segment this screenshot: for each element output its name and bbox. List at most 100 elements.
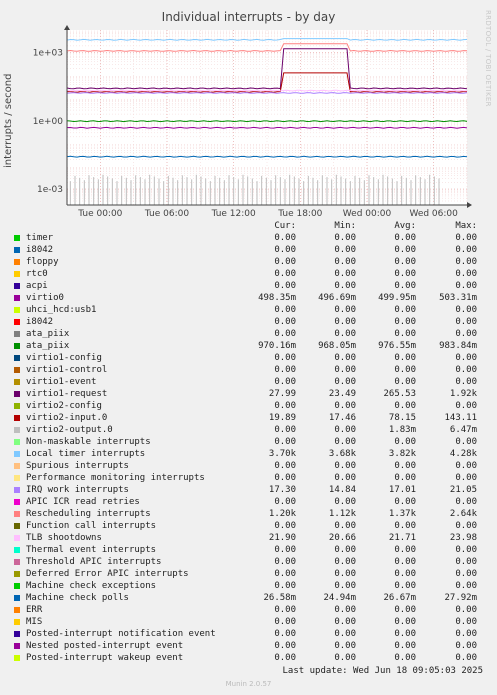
legend-avg: 0.00 [394,617,416,627]
legend-avg: 0.00 [394,353,416,363]
legend-min: 1.12k [328,509,356,519]
legend-avg: 1.83m [388,425,416,435]
legend-series-name: virtio2-output.0 [26,425,113,435]
legend-series-name: floppy [26,257,59,267]
legend-cur: 0.00 [274,305,296,315]
legend-row: IRQ work interrupts 17.30 14.84 17.01 21.05 [0,484,497,496]
legend-min: 0.00 [334,401,356,411]
legend-cur: 0.00 [274,329,296,339]
legend-avg: 0.00 [394,653,416,663]
last-update: Last update: Wed Jun 18 09:05:03 2025 [282,666,483,676]
legend-series-name: uhci_hcd:usb1 [26,305,97,315]
legend-swatch [14,259,20,265]
legend-min: 0.00 [334,317,356,327]
legend-row: Non-maskable interrupts 0.00 0.00 0.00 0.00 [0,436,497,448]
legend-series-name: TLB shootdowns [26,533,102,543]
legend-avg: 976.55m [378,341,416,351]
legend-row: Spurious interrupts 0.00 0.00 0.00 0.00 [0,460,497,472]
legend-max: 0.00 [455,233,477,243]
legend-swatch [14,631,20,637]
legend-min: 968.05m [318,341,356,351]
legend-max: 0.00 [455,557,477,567]
legend-max: 0.00 [455,461,477,471]
legend-avg: 265.53 [383,389,416,399]
legend-avg: 0.00 [394,569,416,579]
x-tick-label: Wed 06:00 [409,209,458,219]
legend-max: 0.00 [455,617,477,627]
legend-min: 0.00 [334,545,356,555]
legend-row: virtio1-event 0.00 0.00 0.00 0.00 [0,376,497,388]
legend-swatch [14,499,20,505]
legend-min: 0.00 [334,641,356,651]
legend-series-name: virtio1-config [26,353,102,363]
legend-row: APIC ICR read retries 0.00 0.00 0.00 0.00 [0,496,497,508]
x-tick-label: Wed 00:00 [343,209,392,219]
legend-row: MIS 0.00 0.00 0.00 0.00 [0,616,497,628]
y-axis-arrow [64,25,70,30]
legend-avg: 21.71 [388,533,416,543]
legend-cur: 0.00 [274,653,296,663]
legend-avg: 0.00 [394,269,416,279]
legend-cur: 0.00 [274,365,296,375]
legend-max: 0.00 [455,329,477,339]
legend-min: 0.00 [334,569,356,579]
legend-max: 6.47m [449,425,477,435]
legend-swatch [14,235,20,241]
legend-min: 0.00 [334,377,356,387]
legend-cur: 0.00 [274,425,296,435]
legend-max: 1.92k [449,389,477,399]
legend-row: virtio1-config 0.00 0.00 0.00 0.00 [0,352,497,364]
legend-min: 0.00 [334,257,356,267]
legend-max: 0.00 [455,365,477,375]
legend-row: floppy 0.00 0.00 0.00 0.00 [0,256,497,268]
legend-swatch [14,535,20,541]
legend-avg: 3.82k [388,449,416,459]
legend-cur: 498.35m [258,293,296,303]
legend-cur: 970.16m [258,341,296,351]
legend-cur: 0.00 [274,377,296,387]
legend-max: 0.00 [455,437,477,447]
legend-max: 0.00 [455,653,477,663]
legend-row: virtio1-request 27.99 23.49 265.53 1.92k [0,388,497,400]
legend-max: 0.00 [455,257,477,267]
legend-series-name: ata_piix [26,341,70,351]
legend-avg: 0.00 [394,641,416,651]
legend-max: 143.11 [444,413,477,423]
legend-series-name: APIC ICR read retries [26,497,140,507]
legend-swatch [14,439,20,445]
legend-row: Nested posted-interrupt event 0.00 0.00 0.0… [0,640,497,652]
y-tick-label: 1e-03 [37,185,63,195]
legend-cur: 0.00 [274,581,296,591]
legend-row: virtio0 498.35m 496.69m 499.95m 503.31m [0,292,497,304]
legend-series-name: Posted-interrupt wakeup event [26,653,184,663]
legend-series-name: virtio1-event [26,377,97,387]
legend-series-name: rtc0 [26,269,48,279]
legend-cur: 0.00 [274,245,296,255]
legend-avg: 0.00 [394,257,416,267]
legend-min: 0.00 [334,629,356,639]
legend-avg: 0.00 [394,365,416,375]
legend-cur: 0.00 [274,569,296,579]
legend-swatch [14,559,20,565]
legend-max: 0.00 [455,473,477,483]
legend-avg: 0.00 [394,401,416,411]
legend-avg: 0.00 [394,557,416,567]
legend-row: virtio2-input.0 19.89 17.46 78.15 143.11 [0,412,497,424]
col-max-header: Max: [455,221,477,231]
legend-row: uhci_hcd:usb1 0.00 0.00 0.00 0.00 [0,304,497,316]
legend-row: Function call interrupts 0.00 0.00 0.00 0.00 [0,520,497,532]
legend-series-name: Function call interrupts [26,521,157,531]
legend-row: i8042 0.00 0.00 0.00 0.00 [0,316,497,328]
legend-swatch [14,523,20,529]
legend-swatch [14,571,20,577]
legend-series-name: Deferred Error APIC interrupts [26,569,189,579]
legend-min: 0.00 [334,425,356,435]
legend-cur: 21.90 [268,533,296,543]
y-tick-label: 1e+03 [33,49,63,59]
legend-row: virtio2-output.0 0.00 0.00 1.83m 6.47m [0,424,497,436]
legend-min: 0.00 [334,605,356,615]
legend-series-name: acpi [26,281,48,291]
legend-swatch [14,415,20,421]
legend-swatch [14,595,20,601]
legend-max: 0.00 [455,269,477,279]
